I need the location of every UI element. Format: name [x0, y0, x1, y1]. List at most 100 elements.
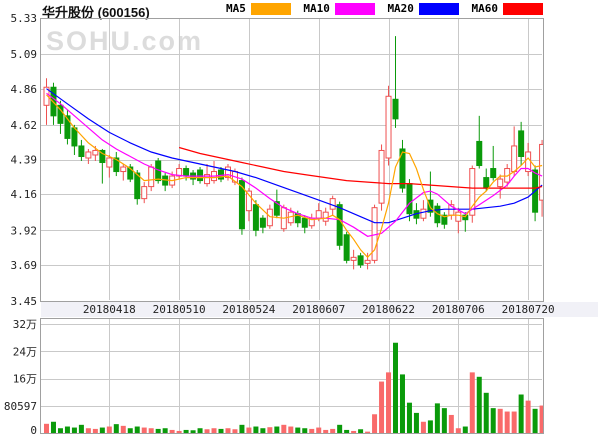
- price-axis-label: 5.09: [11, 48, 38, 61]
- volume-bar: [114, 424, 119, 433]
- candle-body: [491, 169, 496, 178]
- volume-bar: [156, 429, 161, 433]
- candle-body: [198, 170, 203, 181]
- volume-bar: [184, 430, 189, 433]
- stock-chart-app: SOHU.com 华升股份 (600156) MA5MA10MA20MA60 5…: [0, 0, 600, 440]
- volume-bar: [260, 428, 265, 433]
- volume-bar: [365, 432, 370, 433]
- date-axis-label: 20180418: [83, 303, 136, 316]
- volume-axis-label: 80597: [4, 400, 37, 413]
- candle-body: [379, 150, 384, 203]
- volume-bar: [435, 403, 440, 433]
- volume-bar: [302, 428, 307, 433]
- volume-bar: [421, 422, 426, 433]
- volume-bar: [400, 374, 405, 433]
- volume-bar: [505, 412, 510, 433]
- candle-body: [351, 257, 356, 260]
- candles: [44, 36, 545, 269]
- volume-bar: [393, 343, 398, 433]
- candle-body: [142, 187, 147, 199]
- date-axis-label: 20180720: [502, 303, 555, 316]
- candle-body: [477, 141, 482, 165]
- candle-body: [86, 152, 91, 158]
- volume-bar: [44, 424, 49, 433]
- date-axis-label: 20180622: [362, 303, 415, 316]
- price-axis-label: 3.92: [11, 224, 38, 237]
- candle-body: [393, 99, 398, 119]
- volume-bar: [484, 393, 489, 433]
- ma-line-ma5: [47, 95, 543, 257]
- volume-bar: [533, 409, 538, 433]
- volume-bar: [135, 427, 140, 433]
- volume-bar: [246, 428, 251, 433]
- volume-bar: [253, 427, 258, 433]
- volume-bar: [309, 429, 314, 433]
- volume-bar: [232, 429, 237, 433]
- candle-body: [344, 235, 349, 261]
- volume-bar: [212, 428, 217, 433]
- candle-body: [302, 218, 307, 227]
- volume-bar: [526, 401, 531, 433]
- price-axis-label: 4.39: [11, 154, 38, 167]
- volume-bar: [316, 428, 321, 433]
- candle-body: [107, 158, 112, 167]
- volume-bar: [498, 409, 503, 433]
- candle-body: [93, 150, 98, 155]
- candle-body: [219, 170, 224, 179]
- volume-bar: [337, 425, 342, 433]
- volume-bar: [379, 382, 384, 433]
- candle-body: [316, 211, 321, 219]
- volume-bar: [442, 408, 447, 433]
- volume-panel-border: [41, 319, 544, 434]
- candle-body: [498, 179, 503, 187]
- volume-bar: [456, 428, 461, 433]
- kline-chart[interactable]: 5.335.094.864.624.394.163.923.693.4532万2…: [0, 0, 600, 440]
- volume-bar: [491, 408, 496, 433]
- candle-body: [407, 184, 412, 214]
- date-axis-label: 20180607: [292, 303, 345, 316]
- volume-bar: [372, 414, 377, 433]
- volume-axis-label: 24万: [13, 345, 37, 358]
- volume-bar: [477, 377, 482, 433]
- volume-bar: [428, 420, 433, 433]
- volume-bar: [414, 413, 419, 433]
- candle-body: [135, 173, 140, 199]
- volume-bar: [281, 425, 286, 433]
- candle-body: [512, 146, 517, 172]
- volume-bar: [386, 372, 391, 433]
- candle-body: [253, 205, 258, 231]
- candle-body: [323, 212, 328, 221]
- volume-axis-label: 16万: [13, 373, 37, 386]
- volume-bar: [225, 428, 230, 433]
- candle-body: [456, 212, 461, 221]
- volume-bar: [142, 428, 147, 433]
- volume-bars: [44, 343, 545, 433]
- candle-body: [149, 167, 154, 187]
- volume-bar: [274, 427, 279, 433]
- volume-bar: [295, 428, 300, 433]
- volume-bar: [330, 429, 335, 433]
- price-axis-label: 4.16: [11, 188, 38, 201]
- volume-bar: [470, 372, 475, 433]
- volume-bar: [149, 428, 154, 433]
- volume-bar: [72, 428, 77, 433]
- volume-bar: [93, 429, 98, 433]
- volume-bar: [163, 428, 168, 433]
- volume-bar: [219, 429, 224, 433]
- candle-body: [421, 209, 426, 218]
- volume-bar: [449, 415, 454, 433]
- volume-bar: [86, 428, 91, 433]
- volume-bar: [128, 428, 133, 433]
- volume-bar: [407, 403, 412, 433]
- gridlines: [41, 19, 542, 432]
- volume-bar: [463, 427, 468, 433]
- date-axis-label: 20180706: [432, 303, 485, 316]
- date-axis-label: 20180510: [153, 303, 206, 316]
- volume-bar: [288, 427, 293, 433]
- volume-bar: [267, 427, 272, 433]
- ma-lines: [47, 89, 543, 258]
- price-axis-label: 3.69: [11, 259, 38, 272]
- candle-body: [260, 218, 265, 227]
- volume-bar: [121, 426, 126, 433]
- volume-bar: [519, 395, 524, 433]
